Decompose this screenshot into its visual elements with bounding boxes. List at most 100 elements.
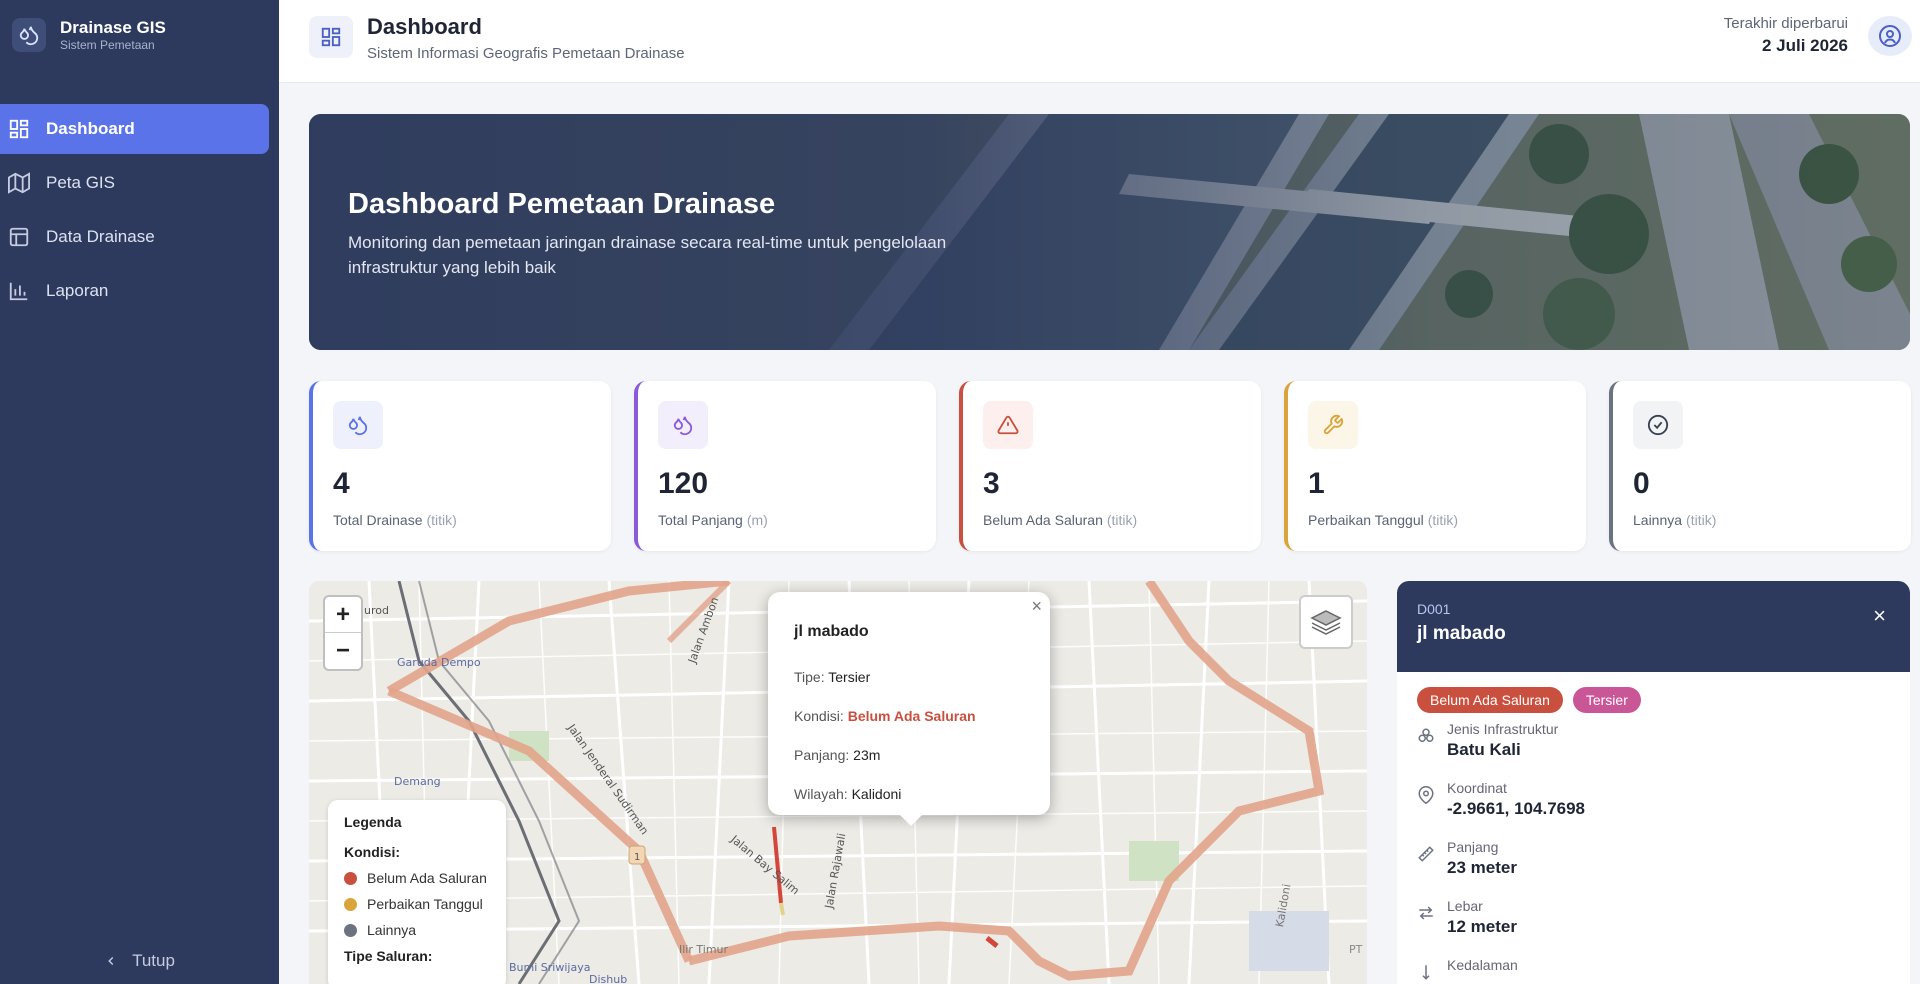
- popup-row-tipe: Tipe: Tersier: [794, 669, 871, 685]
- status-badge: Belum Ada Saluran: [1417, 687, 1563, 713]
- popup-row-kondisi: Kondisi: Belum Ada Saluran: [794, 708, 976, 724]
- detail-field-lebar: Lebar 12 meter: [1397, 896, 1910, 955]
- alert-triangle-icon: [983, 401, 1033, 449]
- stat-label: Total Panjang (m): [658, 512, 768, 528]
- layers-button[interactable]: [1299, 595, 1353, 649]
- legend-item: Perbaikan Tanggul: [344, 896, 490, 912]
- layers-icon: [1310, 610, 1342, 635]
- detail-header: D001 jl mabado ×: [1397, 581, 1910, 672]
- user-menu-button[interactable]: [1868, 16, 1912, 56]
- sidebar-item-label: Dashboard: [46, 119, 135, 138]
- last-updated-label: Terakhir diperbarui: [1723, 15, 1848, 32]
- table-icon: [9, 227, 29, 247]
- legend-item: Lainnya: [344, 922, 490, 938]
- sidebar-item-label: Data Drainase: [46, 227, 155, 246]
- stat-card-total-drainase: 4 Total Drainase (titik): [309, 381, 611, 551]
- detail-field-panjang: Panjang 23 meter: [1397, 837, 1910, 896]
- app-subtitle: Sistem Pemetaan: [60, 38, 155, 52]
- dashboard-grid-icon: [9, 119, 29, 139]
- top-header: Dashboard Sistem Informasi Geografis Pem…: [279, 0, 1920, 83]
- legend-tipe-label: Tipe Saluran:: [344, 948, 433, 964]
- arrows-horizontal-icon: [1419, 906, 1433, 920]
- stat-card-lainnya: 0 Lainnya (titik): [1609, 381, 1911, 551]
- layers-icon: [1418, 728, 1434, 742]
- stat-value: 1: [1308, 467, 1325, 500]
- sidebar-item-peta-gis[interactable]: Peta GIS: [0, 158, 269, 208]
- stat-label: Belum Ada Saluran (titik): [983, 512, 1138, 528]
- popup-row-panjang: Panjang: 23m: [794, 747, 881, 763]
- map-label: PT: [1349, 943, 1363, 956]
- stat-card-belum-ada-saluran: 3 Belum Ada Saluran (titik): [959, 381, 1261, 551]
- map-view[interactable]: urod Garuda Dempo Demang Jalan Jenderal …: [309, 581, 1367, 984]
- detail-name: jl mabado: [1417, 623, 1506, 644]
- page-subtitle: Sistem Informasi Geografis Pemetaan Drai…: [367, 45, 685, 62]
- map-popup: × jl mabado Tipe: Tersier Kondisi: Belum…: [768, 592, 1050, 826]
- map-legend: Legenda Kondisi: Belum Ada Saluran Perba…: [328, 800, 506, 984]
- sidebar: Drainase GIS Sistem Pemetaan Dashboard P…: [0, 0, 279, 984]
- stat-value: 120: [658, 467, 709, 500]
- dashboard-grid-icon: [309, 16, 353, 58]
- stat-value: 0: [1633, 467, 1650, 500]
- detail-panel: D001 jl mabado × Belum Ada Saluran Tersi…: [1397, 581, 1910, 984]
- stats-row: 4 Total Drainase (titik) 120 Total Panjan…: [309, 381, 1911, 551]
- wrench-icon: [1308, 401, 1358, 449]
- map-label: Ilir Timur: [679, 943, 728, 956]
- map-label: Garuda Dempo: [397, 656, 481, 669]
- sidebar-item-label: Peta GIS: [46, 173, 115, 192]
- map-label: urod: [364, 604, 389, 617]
- droplets-icon: [333, 401, 383, 449]
- stat-label: Perbaikan Tanggul (titik): [1308, 512, 1459, 528]
- chevron-left-icon: [108, 956, 114, 966]
- stat-card-total-panjang: 120 Total Panjang (m): [634, 381, 936, 551]
- stat-value: 4: [333, 467, 350, 500]
- hero-title: Dashboard Pemetaan Drainase: [348, 188, 776, 220]
- collapse-label: Tutup: [132, 951, 175, 970]
- zoom-out-button[interactable]: −: [325, 633, 361, 669]
- last-updated: Terakhir diperbarui 2 Juli 2026: [1724, 15, 1848, 56]
- map-pin-icon: [1418, 786, 1434, 804]
- droplets-icon: [12, 18, 46, 52]
- type-badge: Tersier: [1572, 687, 1641, 713]
- stat-card-perbaikan-tanggul: 1 Perbaikan Tanggul (titik): [1284, 381, 1586, 551]
- stat-value: 3: [983, 467, 1000, 500]
- popup-close-button[interactable]: ×: [1031, 596, 1042, 617]
- detail-id: D001: [1417, 601, 1451, 617]
- bar-chart-icon: [9, 282, 28, 301]
- zoom-in-button[interactable]: +: [325, 597, 361, 633]
- map-label: Bumi Sriwijaya: [509, 961, 590, 974]
- legend-title: Legenda: [344, 814, 402, 830]
- popup-title: jl mabado: [794, 623, 869, 640]
- last-updated-date: 2 Juli 2026: [1761, 36, 1848, 55]
- depth-icon: [1422, 965, 1430, 980]
- map-label: 1: [634, 852, 640, 863]
- zoom-control: + −: [323, 595, 363, 671]
- stat-label: Total Drainase (titik): [333, 512, 457, 528]
- app-name: Drainase GIS: [60, 18, 166, 37]
- detail-field-jenis: Jenis Infrastruktur Batu Kali: [1397, 719, 1910, 778]
- legend-item: Belum Ada Saluran: [344, 870, 490, 886]
- sidebar-item-data-drainase[interactable]: Data Drainase: [0, 212, 269, 262]
- ruler-icon: [1418, 846, 1434, 862]
- sidebar-item-label: Laporan: [46, 281, 109, 300]
- user-circle-icon: [1879, 25, 1901, 47]
- map-icon: [8, 172, 30, 194]
- collapse-sidebar-button[interactable]: Tutup: [0, 946, 279, 976]
- detail-badges: Belum Ada Saluran Tersier: [1397, 672, 1910, 719]
- droplets-icon: [658, 401, 708, 449]
- brand: Drainase GIS Sistem Pemetaan: [0, 0, 279, 70]
- hero-banner: Dashboard Pemetaan Drainase Monitoring d…: [309, 114, 1910, 350]
- map-label: Demang: [394, 775, 441, 788]
- legend-kondisi-label: Kondisi:: [344, 844, 400, 860]
- page-title: Dashboard: [367, 14, 482, 39]
- detail-close-button[interactable]: ×: [1873, 603, 1886, 629]
- check-circle-icon: [1633, 401, 1683, 449]
- sidebar-item-laporan[interactable]: Laporan: [0, 266, 269, 316]
- sidebar-nav: Dashboard Peta GIS Data Drainase Laporan: [0, 104, 279, 316]
- hero-description: Monitoring dan pemetaan jaringan drainas…: [348, 233, 947, 277]
- sidebar-item-dashboard[interactable]: Dashboard: [0, 104, 269, 154]
- popup-row-wilayah: Wilayah: Kalidoni: [794, 786, 902, 802]
- detail-field-kedalaman: Kedalaman: [1397, 955, 1910, 984]
- map-label: Dishub: [589, 973, 627, 984]
- detail-field-koordinat: Koordinat -2.9661, 104.7698: [1397, 778, 1910, 837]
- stat-label: Lainnya (titik): [1633, 512, 1717, 528]
